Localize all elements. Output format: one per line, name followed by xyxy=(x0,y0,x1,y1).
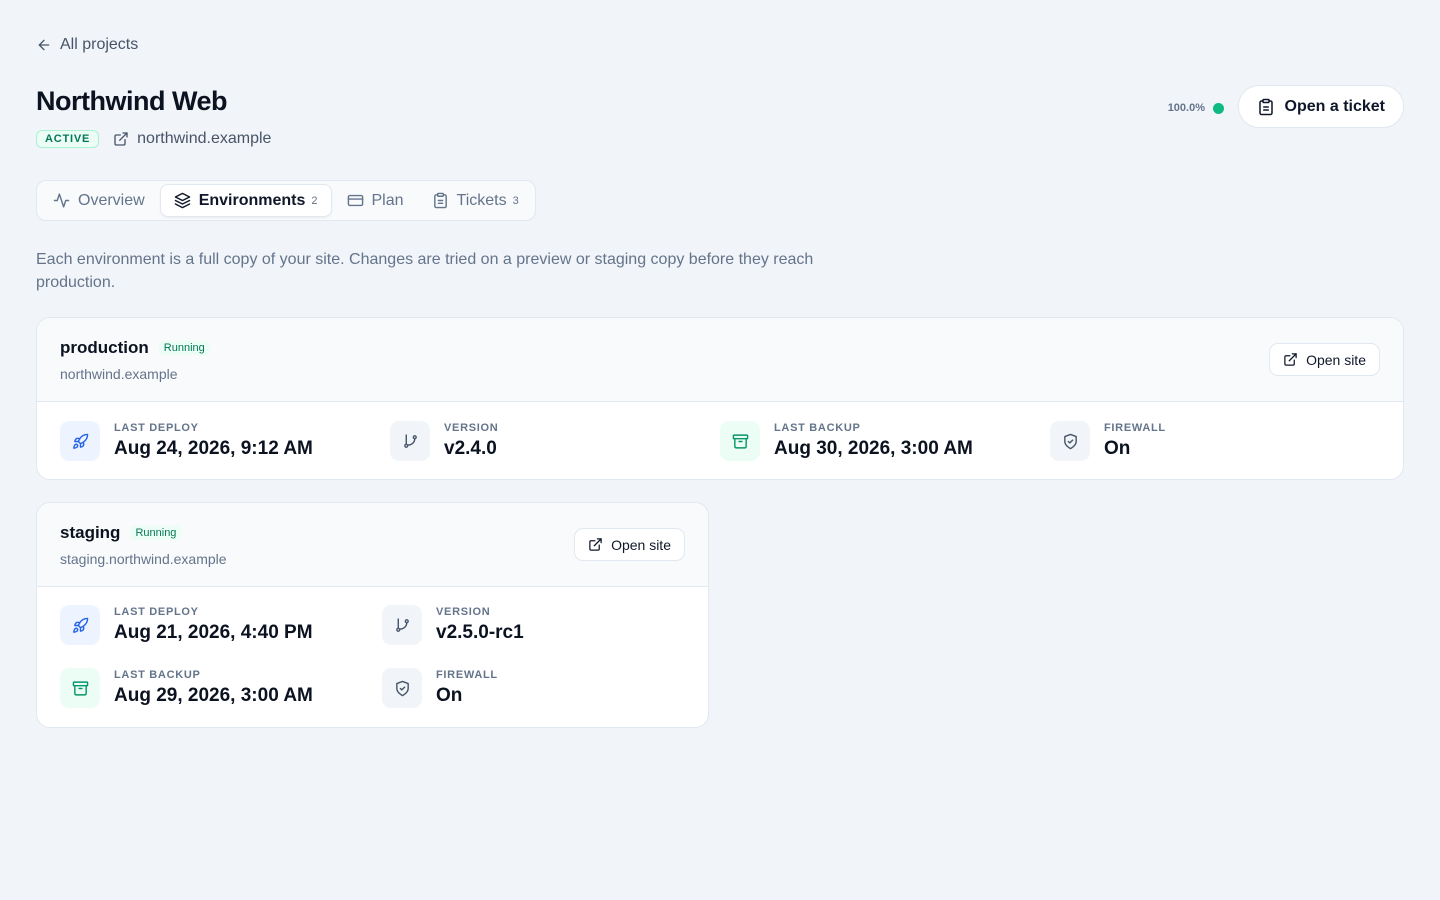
stat-label: VERSION xyxy=(436,606,491,618)
tab-count: 2 xyxy=(311,194,318,207)
status-dot xyxy=(1213,102,1224,114)
environment-card-header: production Running northwind.example Ope… xyxy=(37,318,1403,402)
open-site-button[interactable]: Open site xyxy=(574,528,685,561)
clipboard-icon xyxy=(433,192,447,209)
environment-card-header: staging Running staging.northwind.exampl… xyxy=(37,503,708,587)
environment-card-production: production Running northwind.example Ope… xyxy=(36,317,1404,480)
uptime-indicator: 100.0% xyxy=(1168,102,1224,114)
tab-bar: Overview Environments 2 Plan Tickets 3 xyxy=(36,180,536,221)
stat-label: VERSION xyxy=(444,422,499,434)
stat-last-deploy: LAST DEPLOY Aug 21, 2026, 4:40 PM xyxy=(60,605,382,645)
back-link[interactable]: All projects xyxy=(36,36,138,54)
stat-version: VERSION v2.5.0-rc1 xyxy=(382,605,682,645)
stat-value: Aug 24, 2026, 9:12 AM xyxy=(114,438,313,459)
tab-label: Plan xyxy=(371,191,404,209)
stat-last-backup: LAST BACKUP Aug 30, 2026, 3:00 AM xyxy=(720,421,1050,461)
project-domain: northwind.example xyxy=(137,130,272,147)
layers-icon xyxy=(174,192,190,209)
credit-card-icon xyxy=(347,194,363,207)
shield-check-icon xyxy=(1050,421,1090,461)
environment-name: production xyxy=(60,337,149,357)
stat-version: VERSION v2.4.0 xyxy=(390,421,720,461)
status-badge: ACTIVE xyxy=(36,130,100,148)
stat-firewall: FIREWALL On xyxy=(382,668,682,708)
stat-value: Aug 21, 2026, 4:40 PM xyxy=(114,622,313,643)
stat-label: LAST DEPLOY xyxy=(114,606,199,618)
archive-icon xyxy=(60,668,100,708)
stat-label: LAST BACKUP xyxy=(774,422,861,434)
tab-overview[interactable]: Overview xyxy=(40,184,158,217)
environment-url: staging.northwind.example xyxy=(60,550,227,567)
tab-label: Tickets xyxy=(456,191,507,209)
tab-label: Environments xyxy=(198,191,306,209)
project-meta: ACTIVE northwind.example xyxy=(36,130,271,148)
uptime-value: 100.0% xyxy=(1167,102,1205,114)
open-site-button[interactable]: Open site xyxy=(1269,343,1380,376)
stat-label: FIREWALL xyxy=(436,669,498,681)
git-branch-icon xyxy=(390,421,430,461)
stat-value: v2.5.0-rc1 xyxy=(436,622,524,643)
rocket-icon xyxy=(60,605,100,645)
external-link-icon xyxy=(589,538,602,551)
tab-environments[interactable]: Environments 2 xyxy=(159,184,332,217)
environment-card-staging: staging Running staging.northwind.exampl… xyxy=(36,502,709,728)
tab-tickets[interactable]: Tickets 3 xyxy=(419,184,532,217)
stat-value: v2.4.0 xyxy=(444,438,497,459)
external-link-icon xyxy=(114,132,128,146)
stat-value: On xyxy=(436,685,463,706)
environment-stats: LAST DEPLOY Aug 21, 2026, 4:40 PM VERSIO… xyxy=(37,587,708,726)
open-ticket-button[interactable]: Open a ticket xyxy=(1237,85,1404,128)
stat-firewall: FIREWALL On xyxy=(1050,421,1380,461)
stat-last-deploy: LAST DEPLOY Aug 24, 2026, 9:12 AM xyxy=(60,421,390,461)
project-domain-link[interactable]: northwind.example xyxy=(113,130,271,148)
stat-label: LAST BACKUP xyxy=(114,669,201,681)
open-site-label: Open site xyxy=(1306,351,1366,368)
page-title: Northwind Web xyxy=(36,86,227,116)
intro-text: Each environment is a full copy of your … xyxy=(36,251,814,291)
archive-icon xyxy=(720,421,760,461)
stat-value: Aug 30, 2026, 3:00 AM xyxy=(774,438,973,459)
environment-status-badge: Running xyxy=(130,525,182,540)
git-branch-icon xyxy=(382,605,422,645)
environment-stats: LAST DEPLOY Aug 24, 2026, 9:12 AM VERSIO… xyxy=(37,402,1403,479)
open-ticket-label: Open a ticket xyxy=(1284,97,1385,115)
environment-name: staging xyxy=(60,522,121,542)
stat-last-backup: LAST BACKUP Aug 29, 2026, 3:00 AM xyxy=(60,668,382,708)
rocket-icon xyxy=(60,421,100,461)
stat-label: FIREWALL xyxy=(1104,422,1166,434)
clipboard-icon xyxy=(1258,98,1273,115)
shield-check-icon xyxy=(382,668,422,708)
open-site-label: Open site xyxy=(611,536,671,553)
tab-plan[interactable]: Plan xyxy=(334,184,417,217)
activity-icon xyxy=(53,193,70,208)
back-link-label: All projects xyxy=(60,36,139,53)
external-link-icon xyxy=(1284,353,1297,366)
tab-label: Overview xyxy=(78,191,145,209)
stat-label: LAST DEPLOY xyxy=(114,422,199,434)
stat-value: Aug 29, 2026, 3:00 AM xyxy=(114,685,313,706)
environment-status-badge: Running xyxy=(158,340,210,355)
arrow-left-icon xyxy=(38,39,50,51)
stat-value: On xyxy=(1104,438,1131,459)
environment-url: northwind.example xyxy=(60,365,178,382)
tab-count: 3 xyxy=(512,194,519,207)
